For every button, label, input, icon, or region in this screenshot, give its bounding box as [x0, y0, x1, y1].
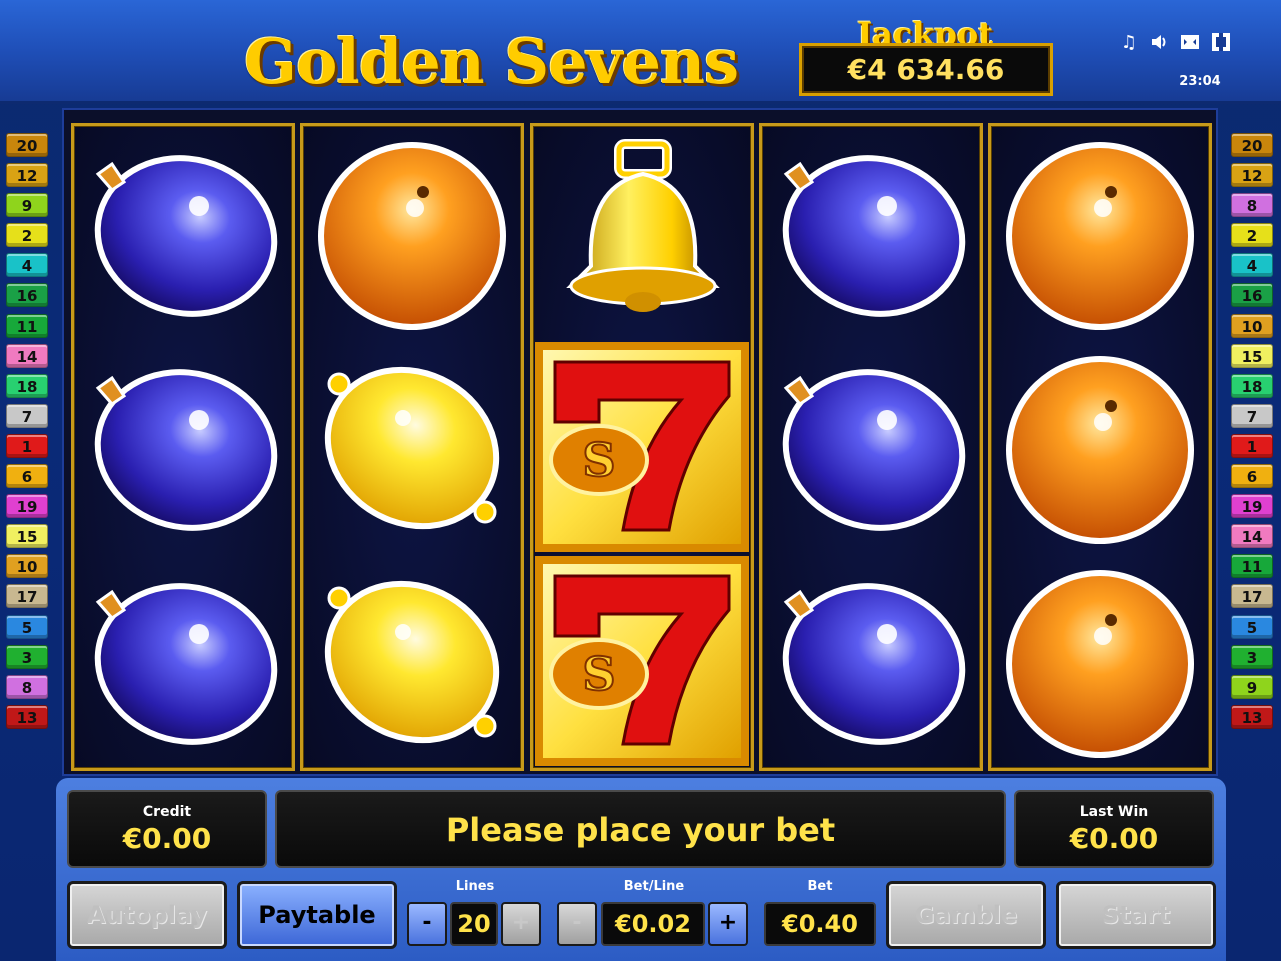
payline-badge[interactable]: 6	[6, 464, 48, 489]
music-icon[interactable]: ♫	[1118, 32, 1140, 54]
payline-badge[interactable]: 8	[1231, 193, 1273, 218]
settings-icon[interactable]	[1210, 32, 1232, 54]
payline-badge[interactable]: 3	[1231, 644, 1273, 669]
clock: 23:04	[1179, 74, 1221, 89]
orange-symbol	[991, 554, 1209, 768]
svg-text:S: S	[582, 433, 615, 487]
payline-badge[interactable]: 6	[1231, 464, 1273, 489]
payline-badge[interactable]: 13	[6, 704, 48, 729]
betline-increase-button[interactable]: +	[708, 902, 748, 946]
betline-label: Bet/Line	[623, 879, 685, 894]
last-win-value: €0.00	[1069, 822, 1159, 855]
payline-badge[interactable]: 10	[6, 554, 48, 579]
payline-badge[interactable]: 13	[1231, 704, 1273, 729]
credit-label: Credit	[142, 804, 192, 820]
paylines-left: 20 12 9 2 4 16 11 14 18 7 1 6 19 15 10 17 5 3 8 13	[6, 133, 50, 735]
last-win-display: Last Win €0.00	[1014, 790, 1214, 868]
payline-badge[interactable]: 8	[6, 674, 48, 699]
lines-increase-button[interactable]: +	[501, 902, 541, 946]
payline-badge[interactable]: 20	[6, 133, 48, 157]
payline-badge[interactable]: 7	[1231, 403, 1273, 428]
game-title: Golden Sevens	[244, 25, 739, 98]
lemon-symbol	[303, 554, 521, 768]
header-bar: Golden Sevens Jackpot €4 634.66 ♫ 23:04	[0, 0, 1281, 104]
reel-2	[300, 123, 524, 771]
paylines-right: 20 12 8 2 4 16 10 15 18 7 1 6 19 14 11 17 5 3 9 13	[1231, 133, 1275, 735]
payline-badge[interactable]: 17	[1231, 584, 1273, 609]
payline-badge[interactable]: 18	[6, 373, 48, 398]
payline-badge[interactable]: 4	[1231, 253, 1273, 278]
orange-symbol	[991, 340, 1209, 554]
payline-badge[interactable]: 16	[6, 283, 48, 308]
payline-badge[interactable]: 20	[1231, 133, 1273, 157]
bell-symbol	[533, 126, 751, 340]
payline-badge[interactable]: 11	[1231, 554, 1273, 579]
payline-badge[interactable]: 3	[6, 644, 48, 669]
bet-value: €0.40	[764, 902, 876, 946]
betline-decrease-button[interactable]: -	[557, 902, 597, 946]
jackpot-value: €4 634.66	[799, 43, 1053, 96]
gamble-button[interactable]: Gamble	[886, 881, 1046, 949]
plum-symbol	[762, 340, 980, 554]
plum-symbol	[762, 126, 980, 340]
payline-badge[interactable]: 9	[6, 193, 48, 218]
speaker-icon[interactable]	[1149, 32, 1171, 54]
payline-badge[interactable]: 14	[1231, 524, 1273, 549]
payline-badge[interactable]: 12	[1231, 163, 1273, 188]
payline-badge[interactable]: 15	[1231, 343, 1273, 368]
payline-badge[interactable]: 12	[6, 163, 48, 188]
last-win-label: Last Win	[1079, 804, 1149, 820]
payline-badge[interactable]: 2	[1231, 223, 1273, 248]
payline-badge[interactable]: 5	[6, 614, 48, 639]
seven-symbol: S	[533, 554, 751, 768]
seven-symbol: S	[533, 340, 751, 554]
payline-badge[interactable]: 17	[6, 584, 48, 609]
message-display: Please place your bet	[275, 790, 1006, 868]
payline-badge[interactable]: 7	[6, 403, 48, 428]
payline-badge[interactable]: 10	[1231, 313, 1273, 338]
plum-symbol	[74, 340, 292, 554]
reel-5	[988, 123, 1212, 771]
lines-decrease-button[interactable]: -	[407, 902, 447, 946]
reel-3: SS	[530, 123, 754, 771]
bet-label: Bet	[807, 879, 833, 894]
reel-4	[759, 123, 983, 771]
plum-symbol	[74, 554, 292, 768]
payline-badge[interactable]: 14	[6, 343, 48, 368]
autoplay-button[interactable]: Autoplay	[67, 881, 227, 949]
payline-badge[interactable]: 11	[6, 313, 48, 338]
reel-1	[71, 123, 295, 771]
lines-label: Lines	[455, 879, 495, 894]
lemon-symbol	[303, 340, 521, 554]
payline-badge[interactable]: 15	[6, 524, 48, 549]
payline-badge[interactable]: 5	[1231, 614, 1273, 639]
payline-badge[interactable]: 9	[1231, 674, 1273, 699]
credit-display: Credit €0.00	[67, 790, 267, 868]
start-button[interactable]: Start	[1056, 881, 1216, 949]
payline-badge[interactable]: 19	[1231, 494, 1273, 519]
svg-text:S: S	[582, 647, 615, 701]
payline-badge[interactable]: 1	[1231, 433, 1273, 458]
payline-badge[interactable]: 18	[1231, 373, 1273, 398]
orange-symbol	[991, 126, 1209, 340]
plum-symbol	[762, 554, 980, 768]
lines-value: 20	[450, 902, 498, 946]
payline-badge[interactable]: 19	[6, 494, 48, 519]
plum-symbol	[74, 126, 292, 340]
paytable-button[interactable]: Paytable	[237, 881, 397, 949]
betline-value: €0.02	[601, 902, 705, 946]
payline-badge[interactable]: 1	[6, 433, 48, 458]
fullscreen-icon[interactable]	[1179, 32, 1201, 54]
payline-badge[interactable]: 2	[6, 223, 48, 248]
orange-symbol	[303, 126, 521, 340]
credit-value: €0.00	[122, 822, 212, 855]
status-message: Please place your bet	[445, 811, 836, 849]
top-icons: ♫	[1118, 30, 1232, 56]
payline-badge[interactable]: 4	[6, 253, 48, 278]
payline-badge[interactable]: 16	[1231, 283, 1273, 308]
